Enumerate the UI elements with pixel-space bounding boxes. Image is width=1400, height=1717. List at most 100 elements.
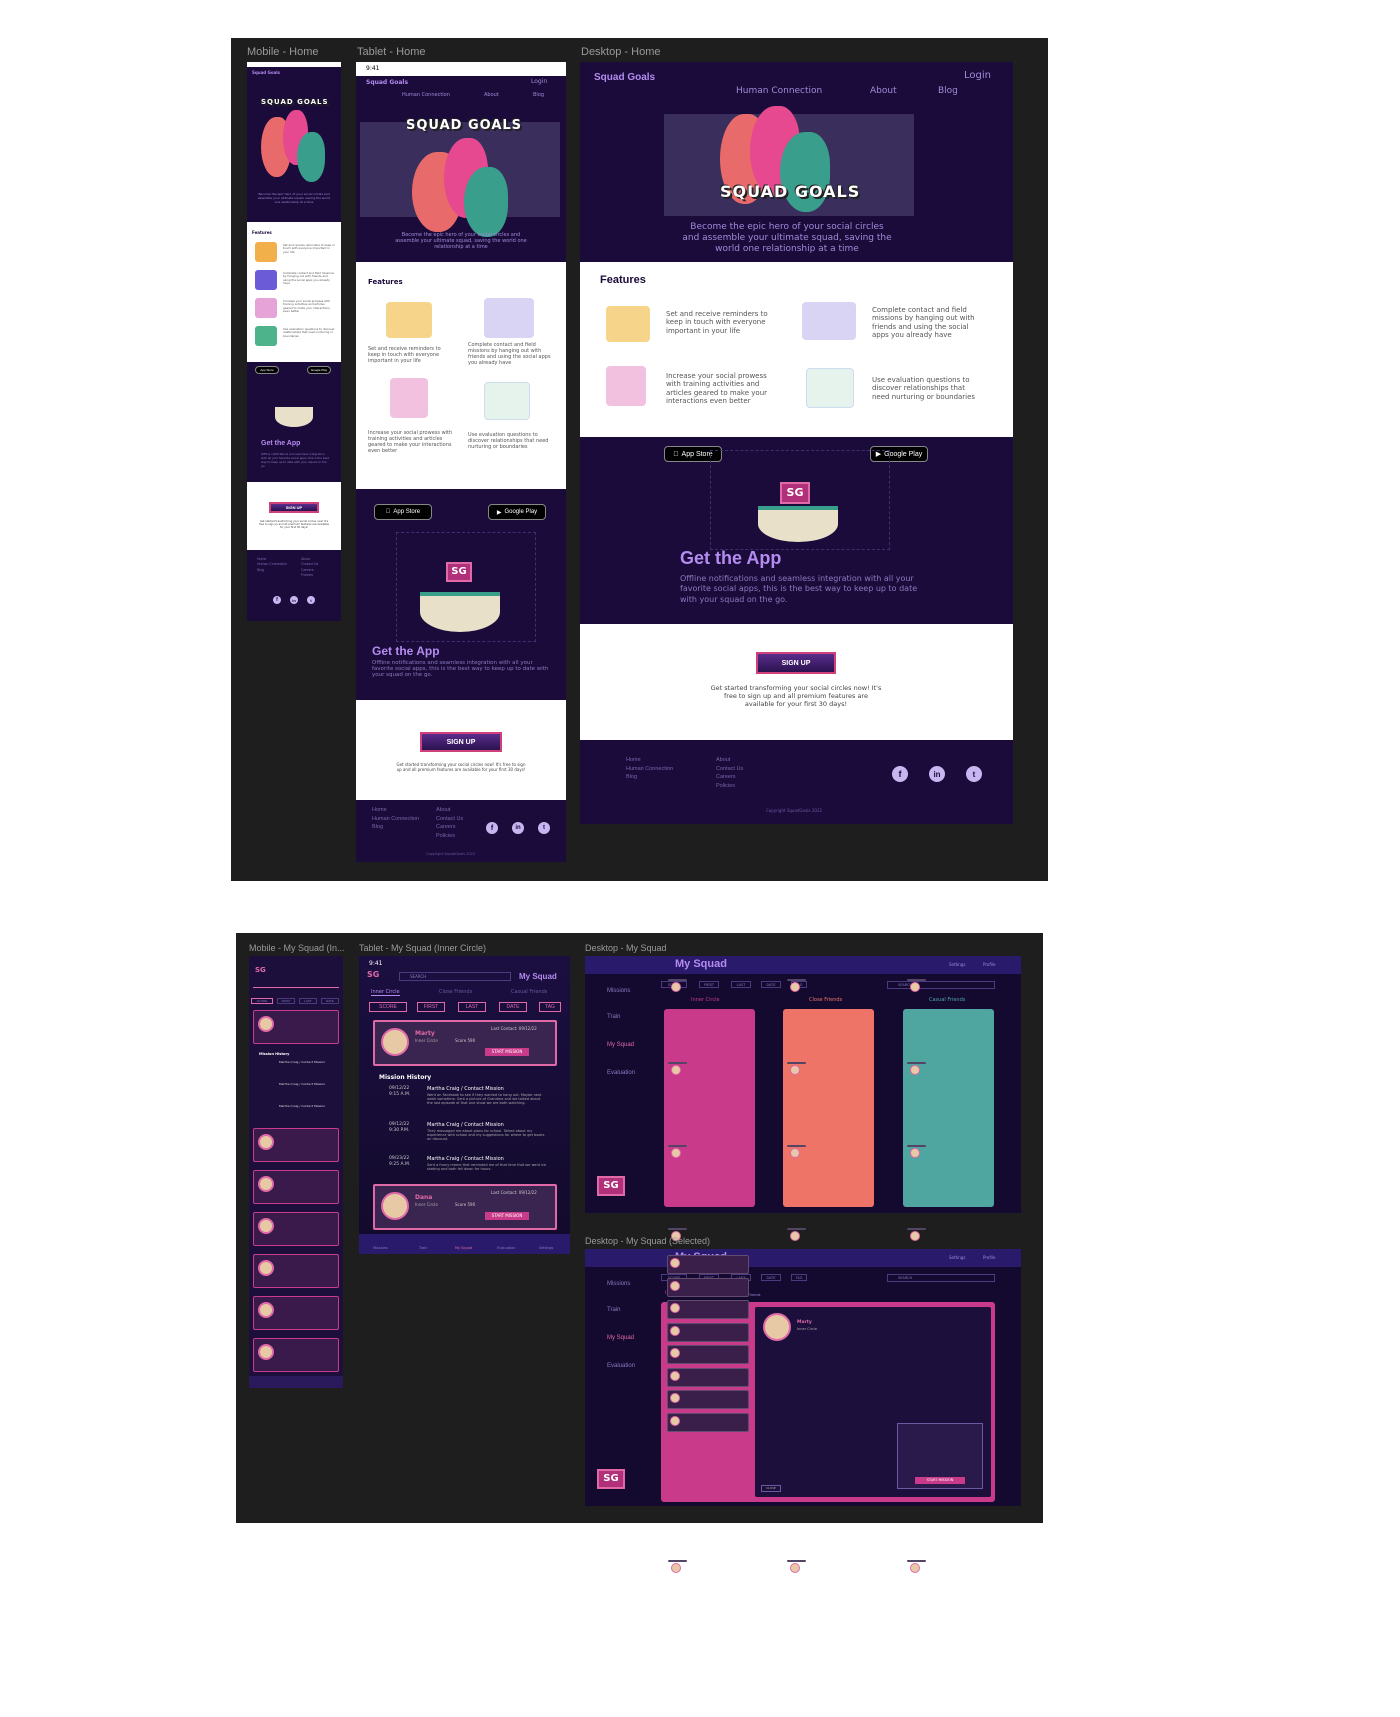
sort-tag-button[interactable]: TAG — [539, 1002, 561, 1012]
tab-inner-circle[interactable]: Inner Circle — [371, 989, 400, 996]
mobile-footer-col1: Home Human Connection Blog — [257, 557, 287, 572]
mobile-friend-card[interactable] — [253, 1170, 339, 1204]
mobile-friend-card[interactable] — [253, 1254, 339, 1288]
friend-card[interactable] — [667, 1345, 749, 1364]
mobile-brand[interactable]: Squad Goals — [252, 70, 280, 75]
linkedin-icon[interactable]: in — [929, 766, 945, 782]
tab-casual-friends[interactable]: Casual Friends — [511, 989, 547, 995]
training-icon — [390, 378, 428, 418]
mobile-signup-button[interactable]: SIGN UP — [269, 502, 319, 513]
friend-card[interactable] — [667, 1322, 749, 1342]
mobile-home-frame: Squad Goals SQUAD GOALS Become the epic … — [247, 62, 341, 621]
mobile-friend-card[interactable] — [253, 1296, 339, 1330]
mobile-tab-bar — [249, 1376, 343, 1388]
friend-card[interactable] — [667, 1412, 749, 1432]
friend-avatar — [790, 1147, 800, 1158]
tab-close-friends[interactable]: Close Friends — [439, 989, 472, 995]
desktop-nav-blog[interactable]: Blog — [938, 86, 958, 96]
close-button[interactable]: CLOSE — [761, 1485, 781, 1492]
friend-card[interactable] — [668, 1227, 687, 1241]
sort-date-button[interactable]: DATE — [499, 1002, 527, 1012]
sidebar-my-squad[interactable]: My Squad — [607, 1042, 634, 1048]
mobile-app-bowl — [275, 407, 313, 427]
desktop-signup-button[interactable]: SIGN UP — [756, 652, 836, 674]
friend-avatar — [790, 1562, 800, 1573]
mobile-sg-logo: SG — [255, 966, 266, 974]
mobile-friend-card[interactable] — [253, 1212, 339, 1246]
profile-link[interactable]: Profile — [983, 962, 995, 967]
tablet-nav-blog[interactable]: Blog — [533, 92, 544, 98]
mobile-friend-card[interactable] — [253, 1128, 339, 1162]
tablet-footer-col2: About Contact Us Careers Policies — [436, 807, 464, 839]
twitter-icon[interactable]: t — [307, 596, 315, 604]
desktop-brand[interactable]: Squad Goals — [594, 72, 655, 83]
sidebar-evaluation[interactable]: Evaluation — [607, 1070, 635, 1076]
facebook-icon[interactable]: f — [892, 766, 908, 782]
facebook-icon[interactable]: f — [486, 822, 498, 834]
twitter-icon[interactable]: t — [538, 822, 550, 834]
friend-card[interactable] — [907, 978, 926, 992]
settings-link[interactable]: Settings — [949, 962, 965, 967]
desktop-nav-login[interactable]: Login — [964, 70, 991, 81]
tablet-nav-about[interactable]: About — [484, 92, 499, 98]
friend-card[interactable] — [668, 1144, 687, 1158]
desktop-selected-frame: My Squad Settings Profile Missions Train… — [585, 1249, 1021, 1506]
friend-card[interactable] — [668, 978, 687, 992]
friend-card[interactable] — [907, 1559, 926, 1573]
friend-card[interactable] — [667, 1367, 749, 1387]
tablet-nav-human[interactable]: Human Connection — [402, 92, 450, 98]
desktop-nav-about[interactable]: About — [870, 86, 897, 96]
mobile-mission-history-title: Mission History — [259, 1052, 290, 1056]
friend-card[interactable] — [668, 1061, 687, 1075]
friend-card[interactable] — [667, 1255, 749, 1274]
friend-card[interactable] — [787, 1227, 806, 1241]
friend-card[interactable] — [667, 1390, 749, 1409]
desktop-search-input[interactable]: SEARCH — [887, 981, 995, 989]
mobile-google-play-button[interactable]: Google Play — [307, 366, 331, 374]
friend-avatar — [671, 1562, 681, 1573]
selected-start-mission-button[interactable]: START MISSION — [915, 1477, 965, 1484]
friend-card[interactable] — [668, 1559, 687, 1573]
sort-last-button[interactable]: LAST — [458, 1002, 486, 1012]
mobile-friend-card[interactable] — [253, 1010, 339, 1044]
sidebar-missions[interactable]: Missions — [607, 988, 630, 994]
tablet-google-play-button[interactable]: ▶ Google Play — [488, 504, 546, 520]
sort-score-button[interactable]: SCORE — [369, 1002, 407, 1012]
friend-card[interactable] — [787, 1559, 806, 1573]
desktop-nav-human[interactable]: Human Connection — [736, 86, 822, 96]
start-mission-button[interactable]: START MISSION — [485, 1212, 529, 1220]
friend-card[interactable] — [667, 1300, 749, 1319]
mobile-app-store-button[interactable]: App Store — [255, 366, 279, 374]
tablet-nav-login[interactable]: Login — [531, 78, 547, 85]
desktop-footer-col2: About Contact Us Careers Policies — [716, 757, 744, 789]
tablet-brand[interactable]: Squad Goals — [366, 79, 408, 86]
twitter-icon[interactable]: t — [966, 766, 982, 782]
friend-card[interactable] — [787, 1144, 806, 1158]
mobile-footer-col2: About Contact Us Careers Policies — [301, 557, 319, 578]
friend-card[interactable] — [907, 1144, 926, 1158]
tablet-friend-card-dana[interactable]: Dana Inner Circle Last Contact: 09/12/22… — [373, 1184, 557, 1230]
sort-first-button[interactable]: FIRST — [417, 1002, 445, 1012]
mobile-get-app-title: Get the App — [261, 440, 301, 447]
tablet-search-input[interactable]: SEARCH — [399, 972, 511, 981]
casual-friends-column — [903, 1009, 994, 1207]
desktop-get-app-title: Get the App — [680, 548, 782, 568]
friend-avatar — [670, 1348, 680, 1358]
tablet-home-frame-label: Tablet - Home — [357, 46, 426, 58]
friend-card[interactable] — [787, 978, 806, 992]
friend-card[interactable] — [787, 1061, 806, 1075]
facebook-icon[interactable]: f — [273, 596, 281, 604]
linkedin-icon[interactable]: in — [512, 822, 524, 834]
friend-card[interactable] — [667, 1277, 749, 1297]
sidebar-train[interactable]: Train — [607, 1014, 620, 1020]
friend-card[interactable] — [907, 1061, 926, 1075]
tablet-signup-button[interactable]: SIGN UP — [420, 732, 502, 752]
mobile-friend-card[interactable] — [253, 1338, 339, 1372]
start-mission-button[interactable]: START MISSION — [485, 1048, 529, 1056]
tablet-app-store-button[interactable]: App Store — [374, 504, 432, 520]
phone-reminder-icon — [255, 242, 277, 262]
linkedin-icon[interactable]: in — [290, 596, 298, 604]
friend-card[interactable] — [907, 1227, 926, 1241]
tablet-page-title: My Squad — [519, 972, 557, 981]
tablet-friend-card-marty[interactable]: Marty Inner Circle Last Contact: 09/12/2… — [373, 1020, 557, 1066]
